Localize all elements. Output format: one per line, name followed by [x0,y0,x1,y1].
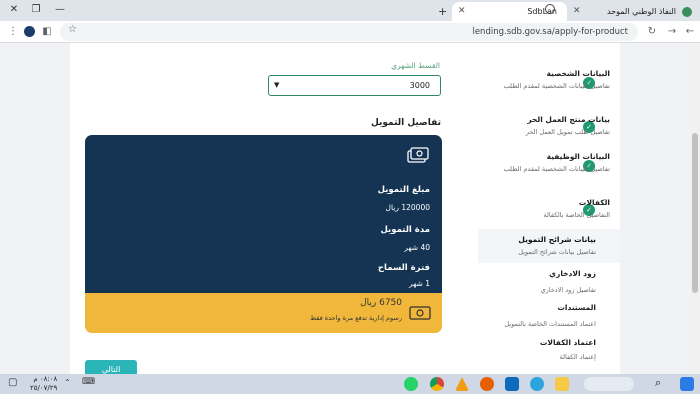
application-page: القسط الشهري ▼ 3000 تفاصيل التمويل مبلغ … [70,43,620,374]
installment-select[interactable]: ▼ 3000 [268,75,441,96]
step-freelance-product[interactable]: بيانات منتج العمل الحر تفاصيل طلب تمويل … [470,115,610,137]
firefox-icon[interactable] [480,377,494,391]
fee-description: رسوم إدارية تدفع مرة واحدة فقط [310,314,402,322]
browser-toolbar: ⋮ ◧ ☆ lending.sdb.gov.sa/apply-for-produ… [0,21,700,43]
menu-dots-icon[interactable]: ⋮ [6,25,20,39]
step-savings-boost[interactable]: زود الادخاري تفاصيل زود الادخاري [456,269,596,295]
restore-window-icon[interactable]: ❐ [26,2,46,18]
fee-amount: 6750 ريال [360,298,402,308]
keyboard-language-icon[interactable]: ⌨ [82,377,95,387]
finance-details-title: تفاصيل التمويل [370,118,441,128]
finance-card-body: مبلغ التمويل 120000 ريال مدة التمويل 40 … [85,135,442,293]
step-guarantees[interactable]: الكفالات التفاصيل الخاصة بالكفالة [470,198,610,220]
taskbar-search[interactable] [584,377,634,391]
amount-label: مبلغ التمويل [377,185,430,195]
profile-avatar[interactable] [24,26,35,37]
taskbar: ▢ ٠٨:٠٨ م ٢٥/٠٧/٢٩ ⌃ ⌨ ⌕ [0,374,700,394]
browser-tab-strip: ✕ ❐ — + ✕ SdbLan ✕ النفاذ الوطني الموحد [0,0,700,21]
globe-icon [545,4,555,14]
url-text: lending.sdb.gov.sa/apply-for-product [472,27,628,37]
amount-value: 120000 ريال [385,203,430,212]
close-tab-icon[interactable]: ✕ [458,2,466,21]
step-documents[interactable]: المستندات اعتماد المستندات الخاصة بالتمو… [456,303,596,329]
page-viewport: القسط الشهري ▼ 3000 تفاصيل التمويل مبلغ … [0,43,700,374]
step-approve-guarantees[interactable]: اعتماد الكفالات إعتماد الكفالة [456,338,596,362]
tab-title: النفاذ الوطني الموحد [606,7,676,16]
duration-value: 40 شهر [404,243,430,252]
tab-nafath[interactable]: ✕ النفاذ الوطني الموحد [567,2,700,21]
step-employment-data[interactable]: البيانات الوظيفية تفاصيل البيانات الشخصي… [470,152,610,174]
scrollbar-thumb[interactable] [692,133,698,293]
admin-fee-section: 6750 ريال رسوم إدارية تدفع مرة واحدة فقط [85,293,442,333]
installment-label: القسط الشهري [391,61,440,70]
close-window-icon[interactable]: ✕ [4,2,24,18]
installment-value: 3000 [409,81,430,90]
step-personal-data[interactable]: البيانات الشخصية تفاصيل البيانات الشخصية… [470,69,610,91]
plus-icon: + [438,5,448,18]
grace-value: 1 شهر [408,279,430,288]
file-explorer-icon[interactable] [555,377,569,391]
search-icon[interactable]: ⌕ [655,376,661,390]
sidebar-icon[interactable]: ◧ [40,25,54,39]
minimize-window-icon[interactable]: — [50,2,70,18]
close-tab-icon[interactable]: ✕ [573,2,581,21]
outlook-icon[interactable] [505,377,519,391]
back-arrow-icon[interactable]: ← [683,25,697,39]
bookmark-star-icon[interactable]: ☆ [68,24,77,35]
next-button[interactable]: التالي [85,360,137,374]
nafath-logo-icon [682,7,692,17]
chevron-down-icon: ▼ [274,81,280,89]
vlc-icon[interactable] [455,377,469,391]
address-bar[interactable]: ☆ lending.sdb.gov.sa/apply-for-product [60,23,638,41]
grace-label: فترة السماح [377,263,430,273]
edge-icon[interactable] [530,377,544,391]
whatsapp-icon[interactable] [404,377,418,391]
windows-start-icon[interactable] [680,377,694,391]
reload-icon[interactable]: ↻ [645,25,659,39]
taskbar-clock[interactable]: ٠٨:٠٨ م ٢٥/٠٧/٢٩ [30,375,57,393]
new-tab-button[interactable]: + [438,2,448,21]
notifications-icon[interactable]: ▢ [8,377,17,388]
chevron-up-icon[interactable]: ⌃ [64,378,71,387]
forward-arrow-icon[interactable]: → [665,25,679,39]
duration-label: مدة التمويل [380,225,430,235]
chrome-icon[interactable] [430,377,444,391]
money-icon [407,147,429,163]
banknote-icon [409,306,431,320]
page-scrollbar[interactable] [690,43,700,374]
finance-summary-card: مبلغ التمويل 120000 ريال مدة التمويل 40 … [85,135,442,333]
step-finance-tranches[interactable]: بيانات شرائح التمويل تفاصيل بيانات شرائح… [456,235,596,257]
